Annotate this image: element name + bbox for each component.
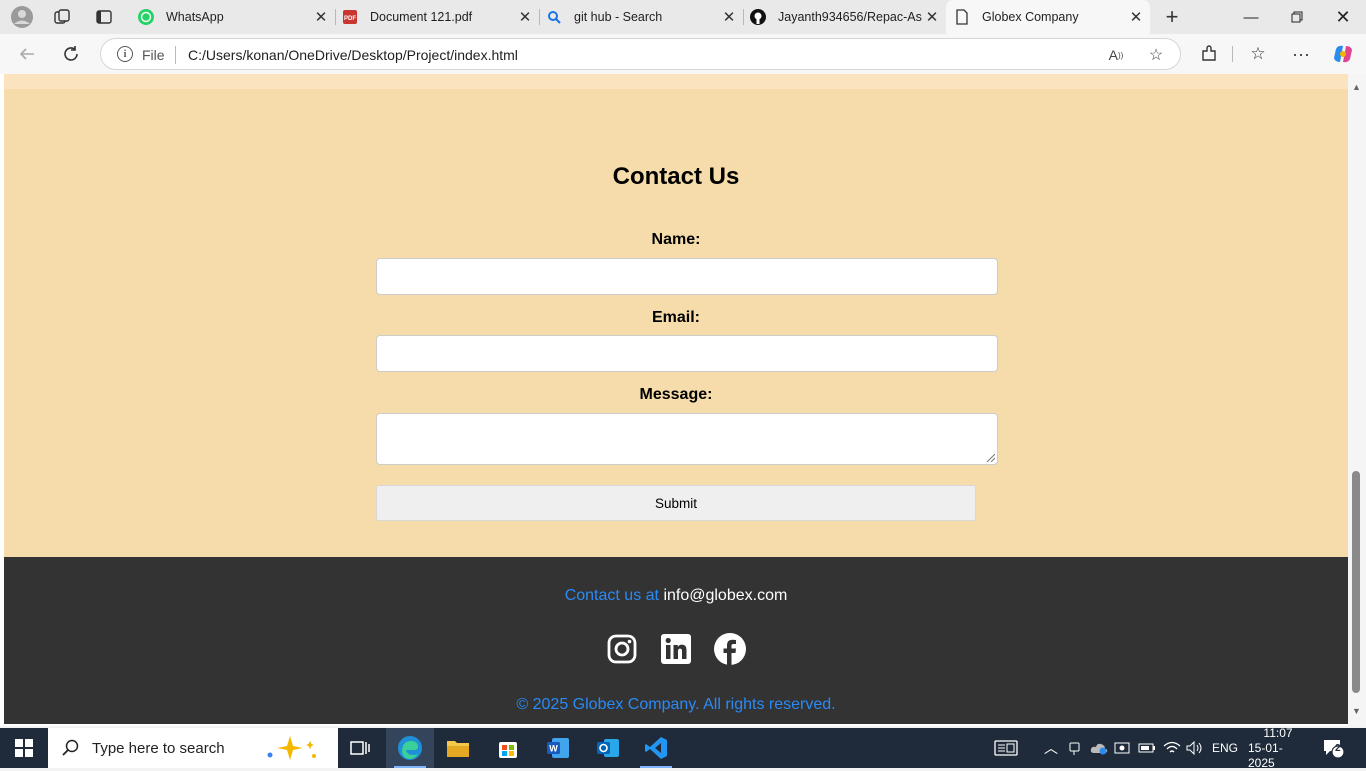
name-input[interactable] [376, 258, 998, 295]
tab-title: git hub - Search [574, 10, 663, 24]
tab-title: Document 121.pdf [370, 10, 473, 24]
notification-count: 2 [1335, 743, 1341, 754]
meet-now-icon[interactable] [1068, 728, 1082, 768]
message-label: Message: [639, 386, 713, 403]
close-tab-icon[interactable]: ✕ [311, 7, 331, 27]
file-explorer-icon[interactable] [434, 728, 482, 768]
webpage: Contact Us Name: Email: Message: Submit … [4, 74, 1348, 724]
social-links [4, 633, 1348, 665]
volume-icon[interactable] [1186, 728, 1204, 768]
tab-github-repo[interactable]: Jayanth934656/Repac-Assi ✕ [742, 0, 946, 34]
back-icon[interactable] [12, 40, 42, 68]
resize-handle-icon[interactable] [987, 454, 995, 462]
copilot-icon[interactable] [1328, 40, 1358, 68]
scroll-down-icon[interactable]: ▼ [1352, 706, 1361, 716]
instagram-icon[interactable] [606, 633, 638, 665]
search-icon [62, 739, 79, 756]
toolbar-divider [1232, 46, 1233, 62]
close-tab-icon[interactable]: ✕ [719, 7, 739, 27]
copyright-text: © 2025 Globex Company. All rights reserv… [516, 696, 836, 713]
svg-text:W: W [549, 744, 558, 754]
address-divider [175, 46, 176, 64]
name-label: Name: [651, 231, 701, 248]
address-bar[interactable]: i File C:/Users/konan/OneDrive/Desktop/P… [100, 38, 1181, 70]
page-scrollbar[interactable]: ▲ ▼ [1348, 74, 1366, 726]
language-indicator[interactable]: ENG [1212, 728, 1238, 768]
tab-whatsapp[interactable]: WhatsApp ✕ [130, 0, 335, 34]
scroll-up-icon[interactable]: ▲ [1352, 82, 1361, 92]
submit-button[interactable]: Submit [376, 485, 976, 521]
footer-contact-line: Contact us at info@globex.com [4, 587, 1348, 605]
contact-email-link[interactable]: info@globex.com [663, 587, 787, 604]
email-label: Email: [651, 309, 700, 326]
close-tab-icon[interactable]: ✕ [922, 7, 942, 27]
page-icon [954, 9, 970, 25]
favorites-icon[interactable]: ☆ [1243, 40, 1273, 68]
clock[interactable]: 11:07 15-01-2025 [1248, 725, 1308, 770]
windows-start-icon[interactable] [0, 728, 48, 768]
restore-icon[interactable] [1274, 0, 1320, 34]
microsoft-store-icon[interactable] [484, 728, 532, 768]
word-icon[interactable]: W [534, 728, 582, 768]
linkedin-icon[interactable] [660, 633, 692, 665]
workspaces-icon[interactable] [50, 5, 74, 29]
section-top-strip [4, 74, 1348, 89]
message-textarea[interactable] [376, 413, 998, 465]
browser-tab-bar: WhatsApp ✕ PDF Document 121.pdf ✕ git hu… [0, 0, 1366, 34]
tab-title: WhatsApp [166, 10, 224, 24]
new-tab-icon[interactable]: + [1160, 4, 1184, 29]
contact-section: Contact Us Name: Email: Message: Submit [4, 89, 1348, 557]
search-icon [546, 9, 562, 25]
windows-taskbar: Type here to search W ︿ ENG 11:07 15-01-… [0, 725, 1366, 770]
contact-title: Contact Us [612, 163, 740, 190]
refresh-icon[interactable] [56, 40, 86, 68]
copilot-sparkle-icon[interactable] [264, 735, 328, 761]
close-tab-icon[interactable]: ✕ [515, 7, 535, 27]
task-view-icon[interactable] [336, 728, 384, 768]
email-input[interactable] [376, 335, 998, 372]
news-widget-icon[interactable] [994, 728, 1018, 768]
scheme-label: File [142, 47, 165, 63]
read-aloud-icon[interactable]: A)) [1105, 44, 1127, 66]
close-tab-icon[interactable]: ✕ [1126, 7, 1146, 27]
more-options-icon[interactable]: ··· [1286, 40, 1316, 68]
edge-taskbar-icon[interactable] [386, 728, 434, 768]
tab-document-pdf[interactable]: PDF Document 121.pdf ✕ [334, 0, 539, 34]
site-footer: Contact us at info@globex.com © 2025 Glo… [4, 557, 1348, 724]
tab-title: Globex Company [982, 10, 1079, 24]
onedrive-icon[interactable] [1090, 728, 1108, 768]
vscode-icon[interactable] [632, 728, 680, 768]
svg-text:PDF: PDF [344, 16, 356, 22]
url-text[interactable]: C:/Users/konan/OneDrive/Desktop/Project/… [188, 47, 518, 63]
battery-icon[interactable] [1138, 728, 1156, 768]
extensions-icon[interactable] [1194, 40, 1224, 68]
wifi-icon[interactable] [1163, 728, 1181, 768]
outlook-icon[interactable] [584, 728, 632, 768]
close-window-icon[interactable]: ✕ [1320, 0, 1366, 34]
security-icon[interactable] [1114, 728, 1130, 768]
tab-globex-company[interactable]: Globex Company ✕ [946, 0, 1150, 34]
search-placeholder: Type here to search [92, 739, 225, 757]
favorite-star-icon[interactable]: ☆ [1145, 44, 1167, 66]
clock-date: 15-01-2025 [1248, 740, 1283, 770]
taskbar-search-box[interactable]: Type here to search [48, 728, 338, 768]
tab-github-search[interactable]: git hub - Search ✕ [538, 0, 743, 34]
site-info-icon[interactable]: i [117, 46, 133, 62]
tab-title: Jayanth934656/Repac-Assi [778, 10, 922, 24]
scrollbar-thumb[interactable] [1352, 471, 1360, 693]
contact-prefix: Contact us at [564, 587, 659, 604]
pdf-icon: PDF [342, 9, 358, 25]
github-icon [750, 9, 766, 25]
notification-center-icon[interactable]: 2 [1322, 728, 1344, 768]
profile-avatar-icon[interactable] [10, 5, 34, 29]
tab-actions-icon[interactable] [92, 5, 116, 29]
minimize-icon[interactable]: — [1228, 0, 1274, 34]
whatsapp-icon [138, 9, 154, 25]
clock-time: 11:07 [1263, 725, 1293, 740]
browser-toolbar: i File C:/Users/konan/OneDrive/Desktop/P… [0, 34, 1366, 74]
show-hidden-icons-icon[interactable]: ︿ [1044, 728, 1058, 768]
facebook-icon[interactable] [714, 633, 746, 665]
page-viewport: Contact Us Name: Email: Message: Submit … [0, 74, 1366, 726]
